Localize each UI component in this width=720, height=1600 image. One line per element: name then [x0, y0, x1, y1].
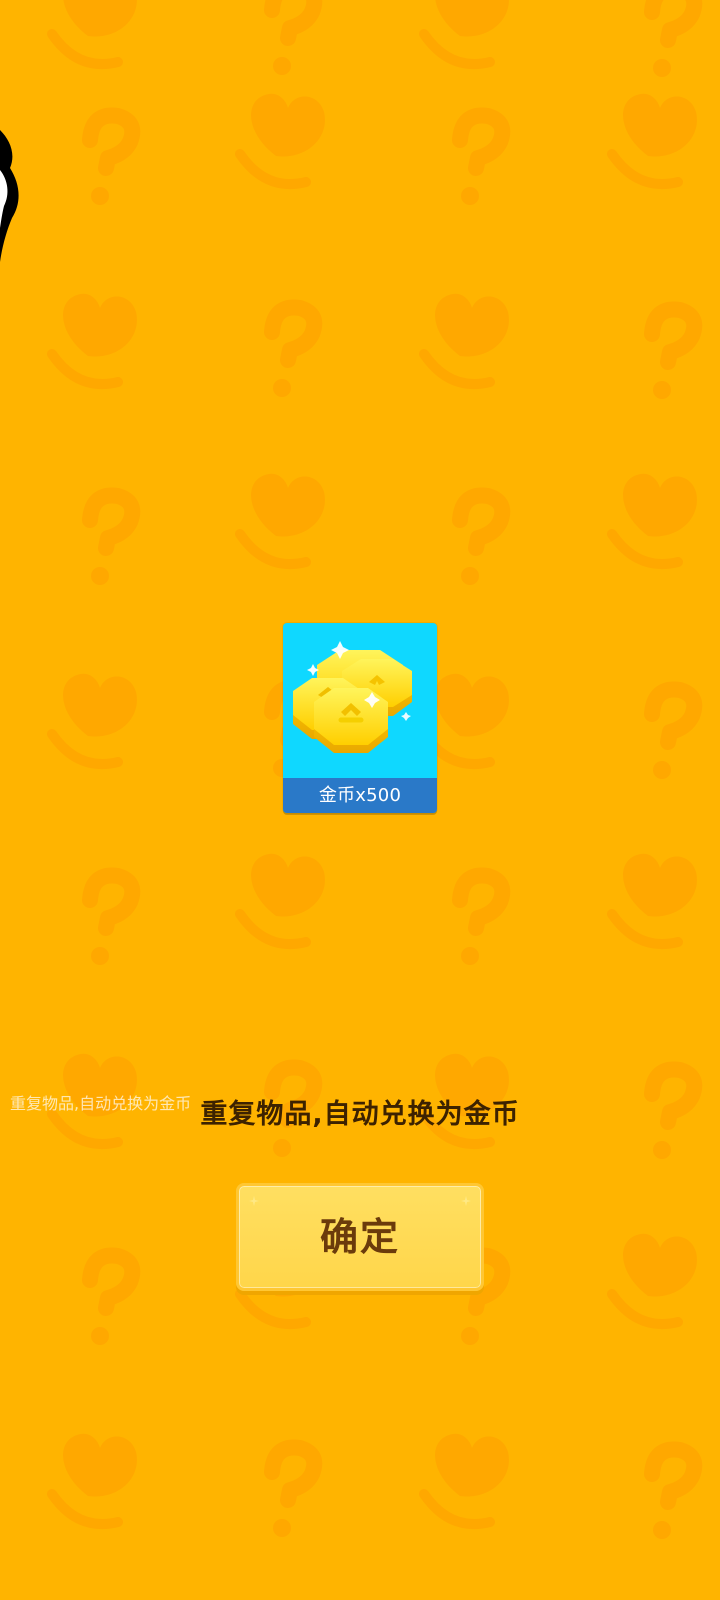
reward-card: 金币x500 [283, 623, 437, 813]
left-edge-shape [0, 130, 19, 262]
notice-text: 重复物品,自动兑换为金币 [200, 1099, 520, 1130]
duplicate-item-notice: 重复物品,自动兑换为金币 重复物品,自动兑换为金币 [0, 1092, 720, 1131]
confirm-label: 确定 [319, 1215, 400, 1259]
confirm-button[interactable]: 确定 [236, 1183, 484, 1291]
gold-coins-icon [293, 641, 412, 753]
notice-text-ghost: 重复物品,自动兑换为金币 [10, 1094, 192, 1113]
reward-label: 金币x500 [283, 778, 437, 813]
